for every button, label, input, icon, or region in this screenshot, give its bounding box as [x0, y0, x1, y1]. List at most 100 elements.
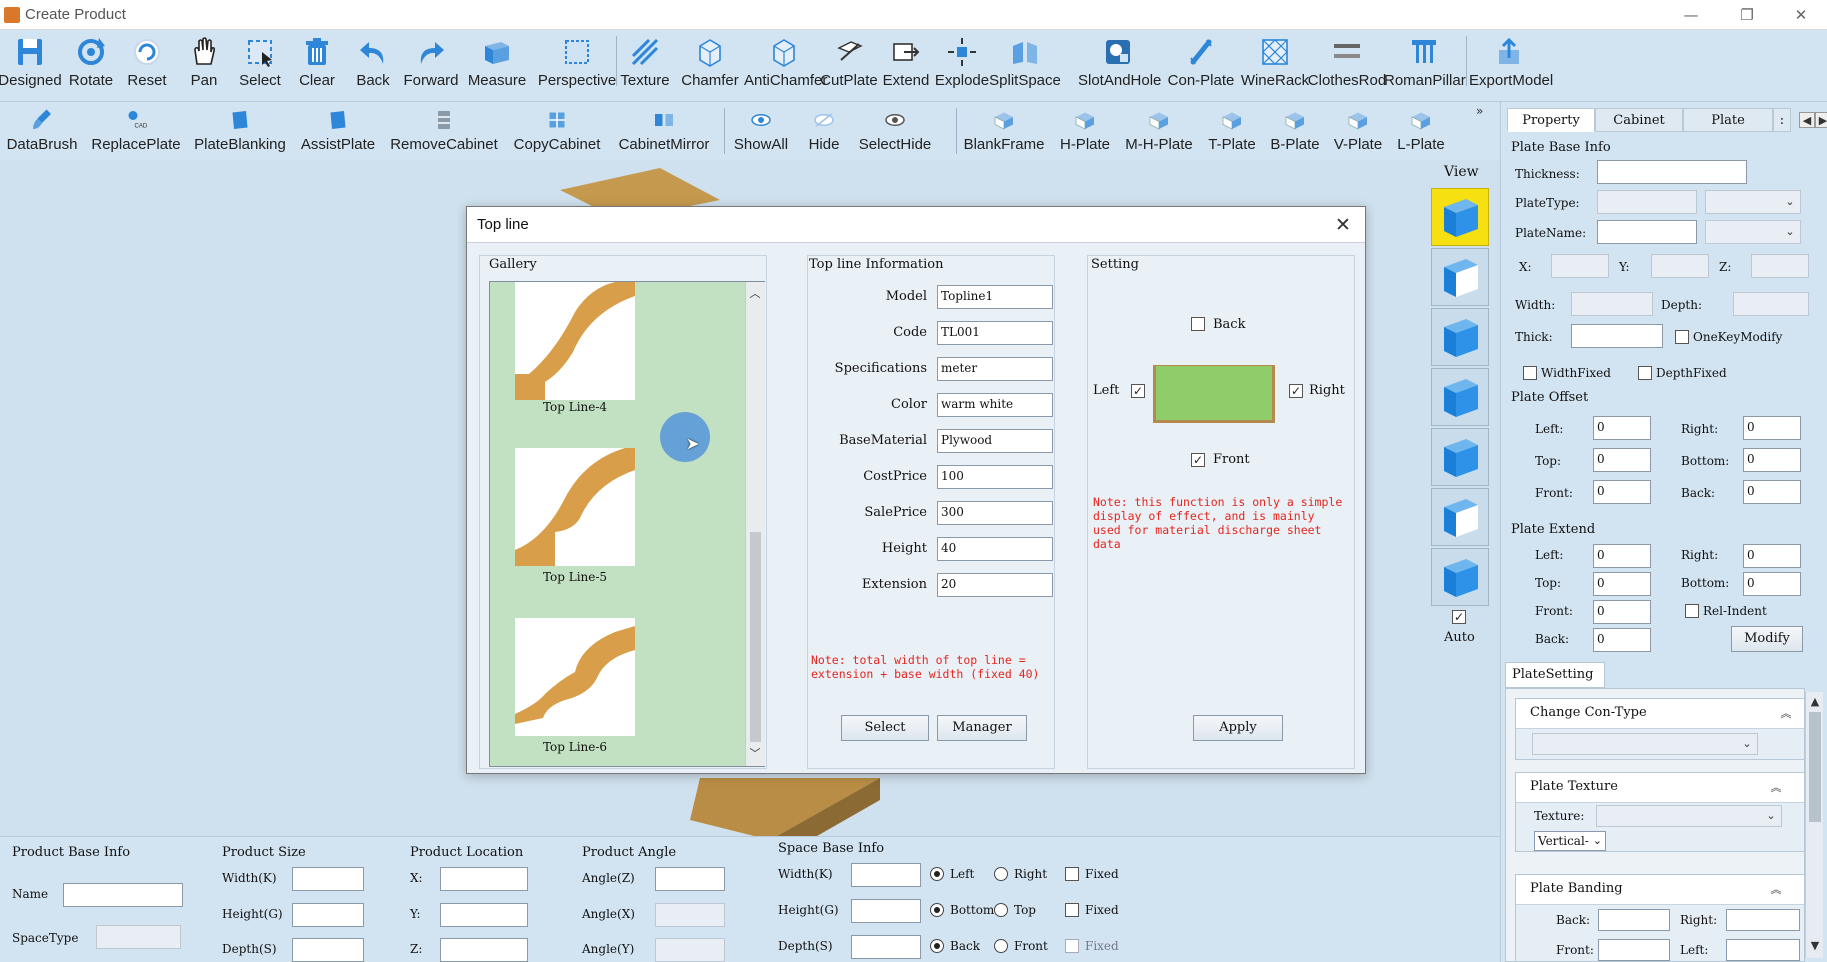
toolbar-con-plate-button[interactable]: Con-Plate: [1161, 36, 1241, 89]
tab-property[interactable]: Property: [1507, 108, 1595, 132]
right-checkbox[interactable]: ✓: [1289, 384, 1303, 398]
collapse-icon[interactable]: ︽: [1778, 706, 1794, 722]
code-field[interactable]: TL001: [937, 321, 1053, 345]
depth-fixed-checkbox[interactable]: [1065, 939, 1079, 953]
gallery-item-top-line-6[interactable]: [515, 618, 635, 736]
gallery-list[interactable]: Top Line-4 Top Line-5 Top Line-6 ︿ ﹀: [489, 281, 765, 767]
depth-fixed-checkbox[interactable]: [1638, 366, 1652, 380]
restore-icon[interactable]: ❐: [1732, 4, 1762, 26]
tab-cabinet[interactable]: Cabinet: [1595, 108, 1683, 132]
texture-dropdown[interactable]: ⌄: [1596, 805, 1782, 827]
toolbar-removecabinet-button[interactable]: RemoveCabinet: [384, 108, 504, 153]
location-x-field[interactable]: [440, 867, 528, 891]
manager-button[interactable]: Manager: [937, 715, 1027, 741]
product-width-field[interactable]: [292, 867, 364, 891]
extend-top-field[interactable]: 0: [1593, 572, 1651, 596]
thickness-field[interactable]: [1597, 160, 1747, 184]
tab-overflow[interactable]: :: [1773, 108, 1791, 132]
scroll-thumb[interactable]: [1809, 712, 1821, 822]
minimize-icon[interactable]: —: [1676, 4, 1706, 26]
basematerial-field[interactable]: Plywood: [937, 429, 1053, 453]
view-front-icon[interactable]: [1431, 248, 1489, 306]
extend-bottom-field[interactable]: 0: [1743, 572, 1801, 596]
plate-x-field[interactable]: [1551, 254, 1609, 278]
plate-depth-field[interactable]: [1733, 292, 1809, 316]
view-3d-icon[interactable]: [1431, 188, 1489, 246]
plate-name-dropdown[interactable]: ⌄: [1705, 220, 1801, 244]
height-fixed-checkbox[interactable]: [1065, 903, 1079, 917]
collapse-icon[interactable]: ︽: [1768, 882, 1784, 898]
height-field[interactable]: 40: [937, 537, 1053, 561]
toolbar-clothesrod-button[interactable]: ClothesRod: [1307, 36, 1387, 89]
view-back-icon[interactable]: [1431, 548, 1489, 606]
scroll-down-icon[interactable]: ﹀: [747, 746, 763, 762]
location-z-field[interactable]: [440, 938, 528, 962]
close-icon[interactable]: ✕: [1329, 211, 1357, 239]
toolbar-romanpillar-button[interactable]: RomanPillar: [1384, 36, 1466, 89]
space-height-field[interactable]: [851, 899, 921, 923]
toolbar-slotandhole-button[interactable]: SlotAndHole: [1078, 36, 1161, 89]
angle-z-field[interactable]: [655, 867, 725, 891]
costprice-field[interactable]: 100: [937, 465, 1053, 489]
offset-back-field[interactable]: 0: [1743, 480, 1801, 504]
extend-back-field[interactable]: 0: [1593, 628, 1651, 652]
scroll-up-icon[interactable]: ︿: [747, 286, 763, 302]
select-button[interactable]: Select: [841, 715, 929, 741]
extend-front-field[interactable]: 0: [1593, 600, 1651, 624]
toolbar-replaceplate-button[interactable]: CAD ReplacePlate: [76, 108, 196, 153]
gallery-item-top-line-5[interactable]: [515, 448, 635, 566]
bottom-radio[interactable]: [930, 903, 944, 917]
apply-button[interactable]: Apply: [1193, 715, 1283, 741]
view-left-icon[interactable]: [1431, 308, 1489, 366]
tab-scroll-right-icon[interactable]: ▶: [1815, 112, 1827, 128]
plate-y-field[interactable]: [1651, 254, 1709, 278]
plate-type-dropdown[interactable]: ⌄: [1705, 190, 1801, 214]
offset-right-field[interactable]: 0: [1743, 416, 1801, 440]
banding-right-field[interactable]: [1726, 909, 1800, 931]
right-radio[interactable]: [994, 867, 1008, 881]
banding-front-field[interactable]: [1598, 939, 1670, 961]
offset-left-field[interactable]: 0: [1593, 416, 1651, 440]
one-key-modify-checkbox[interactable]: [1675, 330, 1689, 344]
modify-button[interactable]: Modify: [1731, 626, 1803, 652]
model-field[interactable]: Topline1: [937, 285, 1053, 309]
vertical-dropdown[interactable]: Vertical- ⌄: [1534, 831, 1606, 851]
plate-z-field[interactable]: [1751, 254, 1809, 278]
offset-front-field[interactable]: 0: [1593, 480, 1651, 504]
color-field[interactable]: warm white: [937, 393, 1053, 417]
front-checkbox[interactable]: ✓: [1191, 453, 1205, 467]
space-width-field[interactable]: [851, 863, 921, 887]
tab-scroll-left-icon[interactable]: ◀: [1799, 112, 1815, 128]
view-top-icon[interactable]: [1431, 428, 1489, 486]
extension-field[interactable]: 20: [937, 573, 1053, 597]
plate-type-field[interactable]: [1597, 190, 1697, 214]
space-type-field[interactable]: [96, 925, 181, 949]
plate-width-field[interactable]: [1571, 292, 1653, 316]
tab-plate[interactable]: Plate: [1683, 108, 1773, 132]
toolbar-winerack-button[interactable]: WineRack: [1235, 36, 1315, 89]
back-checkbox[interactable]: [1191, 317, 1205, 331]
top-radio[interactable]: [994, 903, 1008, 917]
dialog-header[interactable]: Top line ✕: [467, 207, 1365, 243]
plate-thick-field[interactable]: [1571, 324, 1663, 348]
gallery-scrollbar[interactable]: ︿ ﹀: [745, 282, 765, 766]
saleprice-field[interactable]: 300: [937, 501, 1053, 525]
view-bottom-icon[interactable]: [1431, 488, 1489, 546]
angle-y-field[interactable]: [655, 938, 725, 962]
gallery-item-top-line-4[interactable]: [515, 282, 635, 400]
width-fixed-checkbox[interactable]: [1523, 366, 1537, 380]
product-height-field[interactable]: [292, 903, 364, 927]
left-radio[interactable]: [930, 867, 944, 881]
scroll-thumb[interactable]: [750, 532, 761, 742]
view-right-icon[interactable]: [1431, 368, 1489, 426]
left-checkbox[interactable]: ✓: [1131, 384, 1145, 398]
toolbar-chamfer-button[interactable]: Chamfer: [670, 36, 750, 89]
front-radio[interactable]: [994, 939, 1008, 953]
space-depth-field[interactable]: [851, 935, 921, 959]
plate-name-field[interactable]: [1597, 220, 1697, 244]
extend-right-field[interactable]: 0: [1743, 544, 1801, 568]
toolbar-selecthide-button[interactable]: SelectHide: [835, 108, 955, 153]
product-depth-field[interactable]: [292, 938, 364, 962]
banding-back-field[interactable]: [1598, 909, 1670, 931]
name-field[interactable]: [63, 883, 183, 907]
